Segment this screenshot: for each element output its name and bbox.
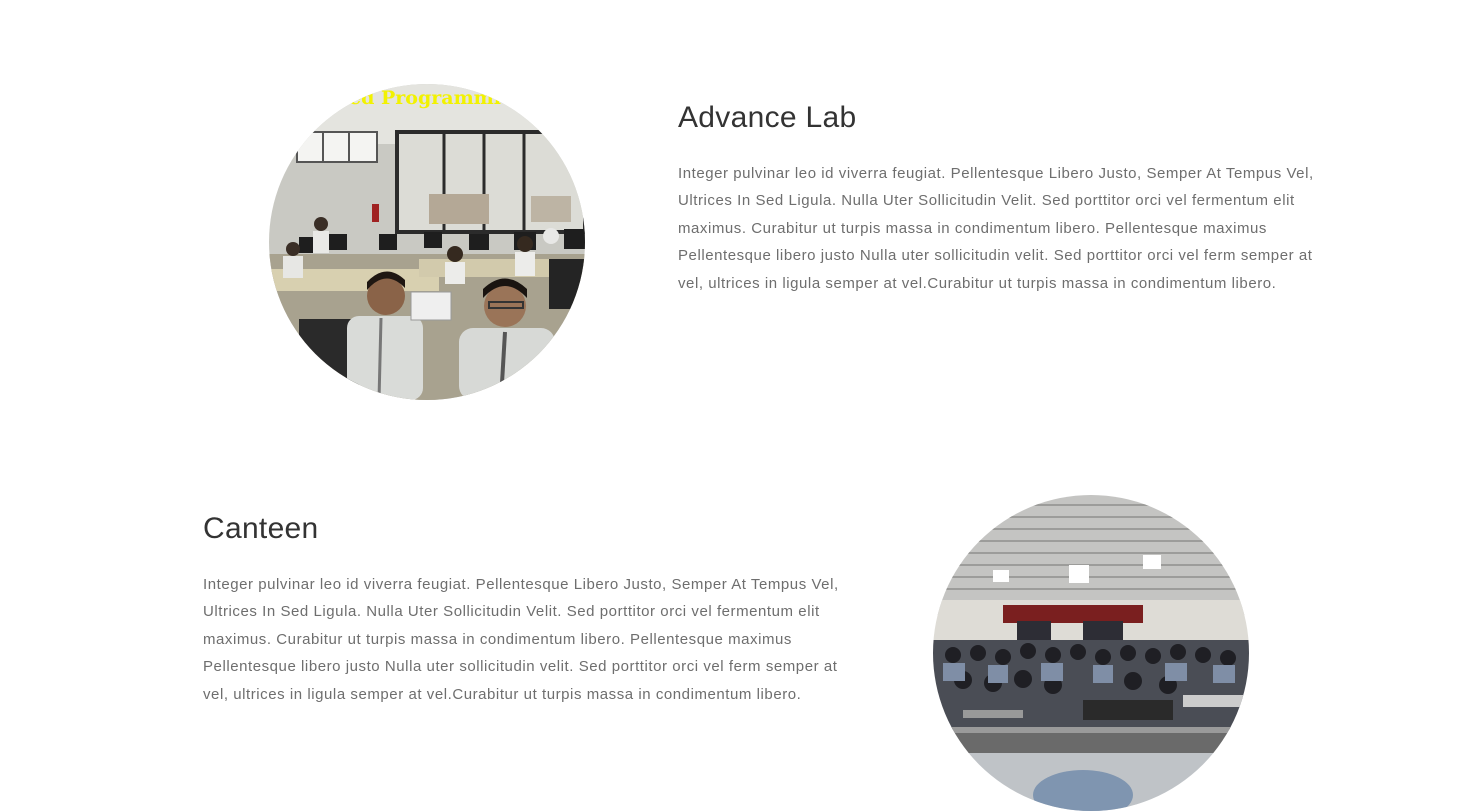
advance-lab-title: Advance Lab [678,101,857,134]
canteen-description: Integer pulvinar leo id viverra feugiat.… [203,576,839,703]
advance-lab-description: Integer pulvinar leo id viverra feugiat.… [678,165,1314,292]
canteen-section: Canteen Integer pulvinar leo id viverra … [203,510,843,708]
canteen-photo [933,495,1249,811]
advance-lab-photo: ed Programmi [269,84,585,400]
canteen-title: Canteen [203,512,319,545]
facilities-page: ed Programmi Advance Lab Integer pulvina… [0,0,1475,811]
lab-banner-text: ed Programmi [349,87,501,109]
advance-lab-section: Advance Lab Integer pulvinar leo id vive… [678,99,1318,297]
